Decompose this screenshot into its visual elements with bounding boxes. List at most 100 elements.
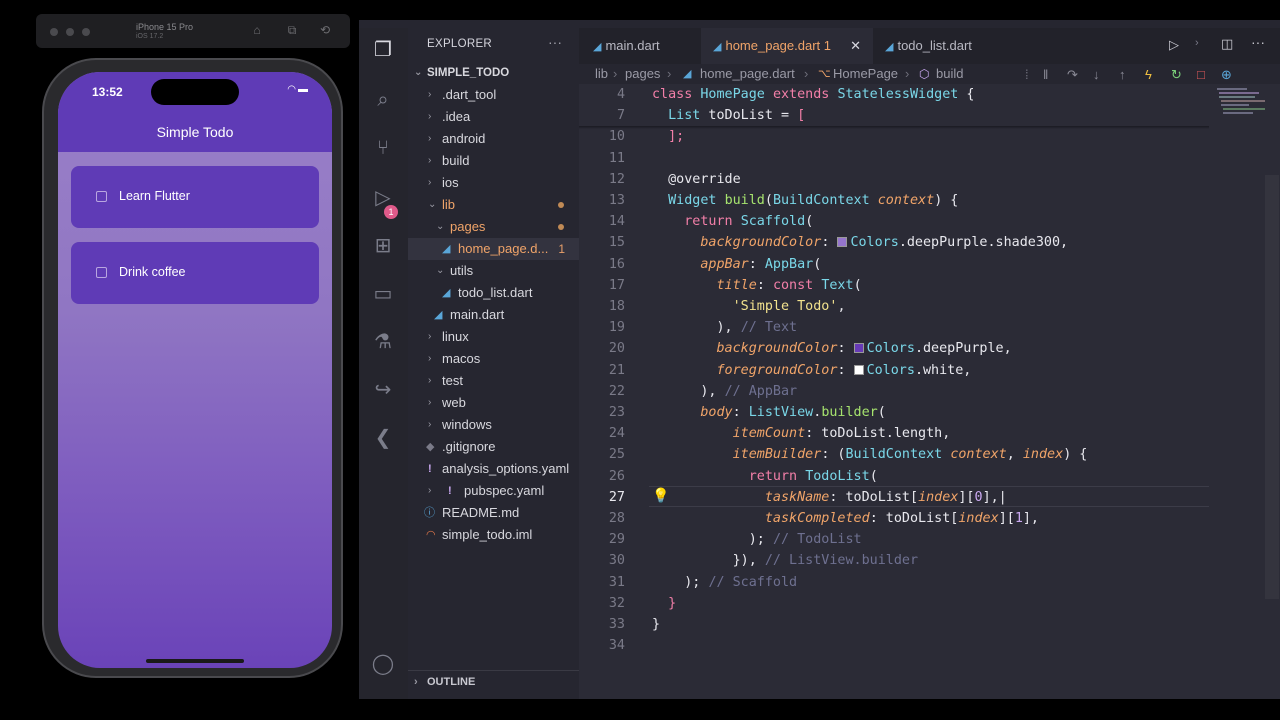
extensions-icon[interactable]: ⊞ (371, 234, 395, 258)
color-swatch-icon[interactable] (837, 237, 848, 248)
class-icon: ⌥ (818, 68, 831, 80)
outline-section[interactable]: › OUTLINE (408, 670, 579, 692)
chevron-right-icon: › (428, 397, 432, 408)
more-run-icon[interactable]: › (1195, 37, 1199, 49)
line-number: 10 (608, 129, 625, 145)
code-line: backgroundColor: Colors.deepPurple.shade… (700, 235, 1069, 251)
tree-item[interactable]: › windows (408, 414, 579, 436)
line-number: 15 (608, 235, 625, 251)
line-number: 18 (608, 299, 625, 314)
step-into-icon[interactable]: ↓ (1093, 65, 1100, 85)
tree-item-lib[interactable]: ⌄ lib (408, 194, 579, 216)
minimap[interactable] (1209, 84, 1279, 144)
tree-item[interactable]: ◢ main.dart (408, 304, 579, 326)
split-editor-icon[interactable]: ◫ (1221, 36, 1233, 52)
code-editor[interactable]: 4 7 10 11 12 13 14 15 16 17 18 19 20 21 … (579, 84, 1280, 699)
breadcrumb-item[interactable]: pages (625, 64, 660, 84)
tree-item[interactable]: › web (408, 392, 579, 414)
close-tab-icon[interactable]: ✕ (850, 28, 861, 64)
tree-item[interactable]: › android (408, 128, 579, 150)
breadcrumb-item[interactable]: home_page.dart (700, 64, 795, 84)
restart-icon[interactable]: ↻ (1171, 65, 1182, 85)
run-icon[interactable]: ▷ (1169, 37, 1179, 53)
minimize-window-button[interactable] (66, 28, 74, 36)
tab-home-page-dart[interactable]: ◢ home_page.dart 1 ✕ (701, 28, 873, 64)
tree-item-pages[interactable]: ⌄ pages (408, 216, 579, 238)
home-icon[interactable]: ⌂ (249, 22, 265, 38)
more-actions-icon[interactable]: ··· (1251, 34, 1265, 50)
breadcrumb-item[interactable]: HomePage (833, 64, 898, 84)
line-number: 28 (608, 511, 625, 526)
rotate-icon[interactable]: ⟲ (317, 22, 333, 38)
color-swatch-icon[interactable] (853, 343, 864, 354)
tree-item[interactable]: › build (408, 150, 579, 172)
more-actions-icon[interactable]: ··· (548, 34, 562, 50)
line-number: 7 (616, 108, 625, 124)
dart-file-icon: ◢ (434, 309, 443, 321)
tab-main-dart[interactable]: ◢ main.dart (593, 28, 701, 64)
todo-checkbox[interactable] (96, 267, 107, 278)
dart-file-icon: ◢ (442, 243, 451, 255)
step-out-icon[interactable]: ↑ (1119, 65, 1126, 85)
app-bar: 13:52 ◠▬ Simple Todo (58, 72, 332, 152)
line-number: 31 (608, 574, 625, 590)
editor-scrollbar[interactable] (1265, 175, 1279, 599)
zoom-window-button[interactable] (82, 28, 90, 36)
tree-item[interactable]: › ios (408, 172, 579, 194)
breadcrumb-item[interactable]: lib (595, 64, 608, 84)
tree-item[interactable]: › .idea (408, 106, 579, 128)
problem-count: 1 (558, 242, 565, 256)
tree-item[interactable]: › linux (408, 326, 579, 348)
pause-icon[interactable]: ‖ (1043, 65, 1048, 85)
account-icon[interactable]: ◯ (371, 652, 395, 676)
tree-item[interactable]: ◢ todo_list.dart (408, 282, 579, 304)
inspect-icon[interactable]: ⊕ (1221, 65, 1232, 85)
hot-reload-icon[interactable]: ϟ (1145, 65, 1152, 85)
code-line: title: const Text( (716, 277, 862, 293)
git-file-icon: ◆ (426, 441, 435, 453)
search-icon[interactable]: ⌕ (371, 88, 395, 112)
home-indicator[interactable] (146, 659, 244, 663)
tree-item[interactable]: ›! pubspec.yaml (408, 480, 579, 502)
live-share-icon[interactable]: ↪ (371, 378, 395, 402)
tree-item[interactable]: › test (408, 370, 579, 392)
todo-tile[interactable]: Learn Flutter (71, 166, 319, 228)
project-root[interactable]: ⌄ SIMPLE_TODO (408, 62, 579, 84)
line-number: 14 (608, 214, 625, 230)
tree-item-home-page[interactable]: ◢ home_page.d... 1 (408, 238, 579, 260)
code-line: itemCount: toDoList.length, (732, 426, 951, 442)
chevron-right-icon: › (905, 66, 910, 81)
remote-explorer-icon[interactable]: ▭ (371, 282, 395, 306)
tree-item[interactable]: › macos (408, 348, 579, 370)
tree-item[interactable]: ◆ .gitignore (408, 436, 579, 458)
tree-item[interactable]: ◠ simple_todo.iml (408, 524, 579, 546)
color-swatch-icon[interactable] (853, 364, 864, 375)
code-line: }), // ListView.builder (652, 553, 919, 569)
tree-item[interactable]: ⓘ README.md (408, 502, 579, 524)
code-line: appBar: AppBar( (700, 256, 822, 272)
dart-file-icon: ◢ (683, 68, 692, 80)
chevron-right-icon: › (428, 89, 432, 100)
chevron-right-icon: › (428, 177, 432, 188)
line-number: 32 (608, 595, 625, 611)
breadcrumb-item[interactable]: build (936, 64, 963, 84)
tree-item[interactable]: ! analysis_options.yaml (408, 458, 579, 480)
source-control-icon[interactable]: ⑂ (371, 136, 395, 160)
info-icon: ⓘ (424, 507, 435, 519)
screenshot-icon[interactable]: ⧉ (284, 22, 300, 38)
step-over-icon[interactable]: ↷ (1067, 65, 1078, 85)
drag-handle-icon[interactable]: ⁞ (1025, 65, 1029, 85)
stop-icon[interactable]: □ (1197, 65, 1205, 85)
flutter-icon[interactable]: ❮ (371, 426, 395, 450)
close-window-button[interactable] (50, 28, 58, 36)
explorer-icon[interactable]: ❐ (371, 38, 395, 62)
testing-icon[interactable]: ⚗ (371, 330, 395, 354)
debug-toolbar: ⁞ ‖ ↷ ↓ ↑ ϟ ↻ □ ⊕ (1021, 65, 1236, 85)
todo-tile[interactable]: Drink coffee (71, 242, 319, 304)
tab-todo-list-dart[interactable]: ◢ todo_list.dart (885, 28, 1015, 64)
chevron-down-icon: ⌄ (414, 67, 423, 78)
line-number: 19 (608, 320, 625, 336)
tree-item-utils[interactable]: ⌄ utils (408, 260, 579, 282)
todo-checkbox[interactable] (96, 191, 107, 202)
tree-item[interactable]: › .dart_tool (408, 84, 579, 106)
